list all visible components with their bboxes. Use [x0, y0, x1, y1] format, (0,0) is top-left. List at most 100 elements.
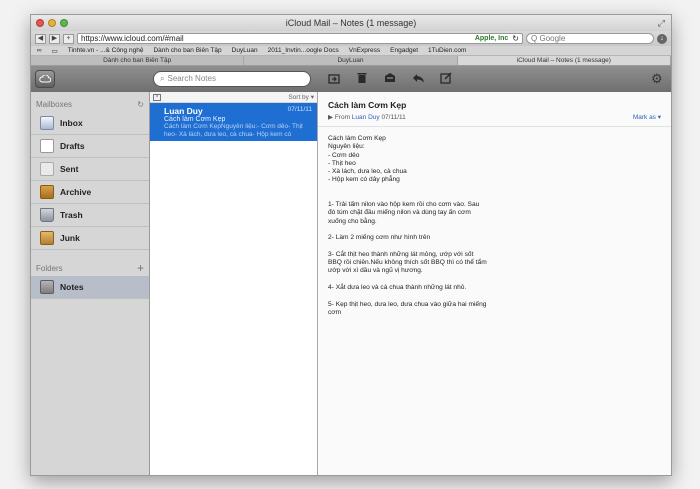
sidebar-item-label: Drafts [60, 141, 85, 151]
zoom-window-button[interactable] [60, 19, 68, 27]
search-notes-placeholder: Search Notes [167, 74, 216, 83]
step-paragraph: 1- Trải tấm nilon vào hộp kem rồi cho cơ… [328, 201, 480, 225]
fullscreen-icon[interactable]: ⤢ [658, 15, 665, 31]
mailboxes-label: Mailboxes [36, 99, 73, 109]
title-bar: iCloud Mail – Notes (1 message) ⤢ [31, 15, 671, 31]
trash-icon [40, 208, 54, 222]
sidebar-item-drafts[interactable]: Drafts [31, 135, 149, 158]
reading-list-icon[interactable]: ∞ [37, 47, 42, 54]
message-body: Cách làm Cơm Kẹp Nguyên liệu: - Cơm dẻo … [328, 135, 661, 317]
sidebar-item-label: Trash [60, 210, 83, 220]
minimize-window-button[interactable] [48, 19, 56, 27]
reply-icon[interactable] [411, 71, 425, 85]
url-field[interactable]: https://www.icloud.com/#mail Apple, Inc … [77, 33, 523, 44]
sidebar-item-junk[interactable]: Junk [31, 227, 149, 250]
reader-meta: ▶ From Luan Duy 07/11/11 Mark as ▾ [328, 113, 661, 121]
message-actions [327, 71, 453, 85]
sidebar-item-trash[interactable]: Trash [31, 204, 149, 227]
add-folder-icon[interactable]: + [137, 261, 144, 275]
site-identity-badge: Apple, Inc [474, 35, 509, 42]
sidebar-item-archive[interactable]: Archive [31, 181, 149, 204]
cloud-icon[interactable] [35, 70, 55, 88]
sender-link[interactable]: Luan Duy [352, 114, 380, 121]
tab-ban-bien-tap[interactable]: Dành cho ban Biên Tập [31, 56, 245, 65]
bookmark-item[interactable]: 1TuDien.com [428, 47, 466, 54]
bookmarks-icon[interactable]: ▭ [52, 47, 58, 55]
tab-duyluan[interactable]: DuyLuan [244, 56, 458, 65]
reload-icon[interactable]: ↻ [512, 34, 519, 43]
gear-icon[interactable]: ⚙ [651, 72, 665, 86]
bookmark-item[interactable]: DuyLuan [232, 47, 258, 54]
message-preview: Cách làm Cơm KẹpNguyên liệu:- Cơm dẻo- T… [164, 123, 303, 138]
body-title: Cách làm Cơm Kẹp [328, 135, 386, 142]
drafts-icon [40, 139, 54, 153]
back-button[interactable]: ◀ [35, 33, 46, 44]
mark-as-button[interactable]: Mark as ▾ [633, 113, 661, 121]
browser-window: iCloud Mail – Notes (1 message) ⤢ ◀ ▶ + … [30, 14, 672, 476]
url-text: https://www.icloud.com/#mail [81, 34, 184, 43]
bookmark-item[interactable]: Tinhte.vn - ...& Công nghệ [68, 47, 144, 54]
ingredient-line: - Thịt heo [328, 159, 356, 167]
reader-date: 07/11/11 [381, 114, 406, 121]
sidebar-item-label: Notes [60, 282, 84, 292]
bookmarks-bar: ∞ ▭ Tinhte.vn - ...& Công nghệ Dành cho … [31, 46, 671, 56]
sidebar-item-label: Junk [60, 233, 80, 243]
reader-subject: Cách làm Cơm Kẹp [328, 100, 407, 110]
close-window-button[interactable] [36, 19, 44, 27]
message-list-header: × Sort by ▾ [150, 92, 317, 103]
list-item[interactable]: Luan Duy 07/11/11 Cách làm Cơm Kẹp Cách … [150, 103, 317, 141]
message-sender: Luan Duy [164, 106, 203, 116]
ingredient-line: - Cơm dẻo [328, 151, 360, 159]
mail-toolbar: ⌕ Search Notes ⚙ [31, 66, 671, 92]
sidebar-item-label: Inbox [60, 118, 83, 128]
google-search-placeholder: Google [539, 34, 566, 43]
downloads-button[interactable]: ↓ [657, 33, 667, 44]
move-icon[interactable] [327, 71, 341, 85]
tab-bar: Dành cho ban Biên Tập DuyLuan iCloud Mai… [31, 56, 671, 66]
ingredient-line: - Hộp kem có dây phẳng [328, 176, 400, 184]
bookmark-item[interactable]: Dành cho ban Biên Tập [153, 47, 221, 54]
google-search-input[interactable]: Q Google [526, 33, 654, 44]
search-icon: Q [531, 34, 538, 43]
ingredients-label: Nguyên liệu: [328, 143, 365, 151]
bookmark-item[interactable]: VnExpress [349, 47, 380, 54]
step-paragraph: 4- Xắt dưa leo và cà chua thành những lá… [328, 284, 467, 292]
window-title: iCloud Mail – Notes (1 message) [285, 18, 417, 28]
mailboxes-header: Mailboxes ↻ [31, 96, 149, 112]
bookmark-item[interactable]: 2011_Invtin...oogle Docs [268, 47, 339, 54]
sort-by-button[interactable]: Sort by ▾ [288, 93, 314, 101]
junk-icon [40, 231, 54, 245]
bookmark-item[interactable]: Engadget [390, 47, 418, 54]
message-list: × Sort by ▾ Luan Duy 07/11/11 Cách làm C… [150, 92, 318, 475]
sidebar-item-notes[interactable]: Notes [31, 276, 149, 299]
sidebar-item-sent[interactable]: Sent [31, 158, 149, 181]
sidebar-item-label: Sent [60, 164, 79, 174]
archive-icon [40, 185, 54, 199]
refresh-icon[interactable]: ↻ [137, 100, 144, 109]
sent-icon [40, 162, 54, 176]
compose-icon[interactable] [439, 71, 453, 85]
search-icon: ⌕ [160, 74, 165, 83]
tab-icloud-mail[interactable]: iCloud Mail – Notes (1 message) [457, 56, 671, 65]
search-notes-input[interactable]: ⌕ Search Notes [153, 71, 311, 87]
divider [318, 126, 671, 127]
sidebar-item-inbox[interactable]: Inbox [31, 112, 149, 135]
window-controls [36, 19, 68, 27]
step-paragraph: 5- Kẹp thịt heo, dưa leo, dưa chua vào g… [328, 300, 487, 316]
folders-header: Folders + [31, 260, 149, 276]
folders-label: Folders [36, 263, 63, 273]
add-bookmark-button[interactable]: + [63, 33, 74, 44]
select-all-checkbox[interactable]: × [153, 93, 161, 101]
message-reader: Cách làm Cơm Kẹp ▶ From Luan Duy 07/11/1… [318, 92, 671, 475]
address-bar: ◀ ▶ + https://www.icloud.com/#mail Apple… [31, 31, 671, 46]
mail-app: Mailboxes ↻ Inbox Drafts Sent Archive Tr… [31, 92, 671, 475]
expand-details-icon[interactable]: ▶ [328, 114, 333, 121]
sidebar-item-label: Archive [60, 187, 92, 197]
trash-icon[interactable] [355, 71, 369, 85]
forward-button[interactable]: ▶ [49, 33, 60, 44]
step-paragraph: 3- Cắt thịt heo thành những lát mỏng, ướ… [328, 250, 487, 275]
from-prefix: From [334, 114, 350, 121]
flag-icon[interactable] [383, 71, 397, 85]
inbox-icon [40, 116, 54, 130]
